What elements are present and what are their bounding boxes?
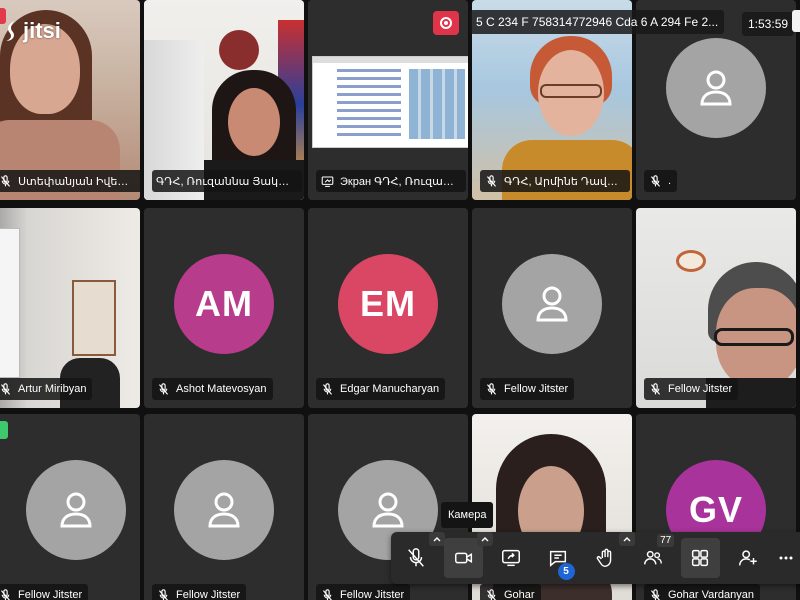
participant-nameplate: Fellow Jitster <box>152 584 247 600</box>
default-avatar-icon <box>502 254 602 354</box>
chevron-up-icon <box>433 537 441 542</box>
participants-count: 77 <box>657 534 675 547</box>
participant-nameplate: Fellow Jitster <box>480 378 575 400</box>
mic-muted-icon <box>648 174 662 188</box>
status-indicator <box>0 421 8 439</box>
tile-view-icon <box>692 549 709 567</box>
raise-hand-button[interactable] <box>587 532 635 578</box>
camera-icon <box>454 552 472 564</box>
participant-nameplate: Gohar Vardanyan <box>644 584 761 600</box>
mic-muted-icon <box>320 588 334 600</box>
mic-muted-icon <box>156 382 170 396</box>
camera-button[interactable] <box>444 532 493 578</box>
chat-button[interactable]: 5 <box>539 538 577 580</box>
raise-hand-icon <box>596 548 611 567</box>
meeting-toolbar: 5 77 <box>391 532 800 584</box>
chat-unread-badge: 5 <box>557 563 575 580</box>
mic-muted-icon <box>484 174 498 188</box>
participant-tile[interactable]: AM Ashot Matevosyan <box>144 208 304 408</box>
default-avatar-icon <box>666 38 766 138</box>
participant-nameplate: ԳԴՀ, Ռուզաննա Յակոբյան <box>152 170 302 192</box>
participant-nameplate: Fellow Jitster <box>316 584 411 600</box>
participant-nameplate: Gohar <box>480 584 541 600</box>
participants-icon <box>644 550 662 565</box>
jitsi-logo-icon <box>6 21 14 41</box>
invite-button[interactable] <box>729 538 767 578</box>
mic-muted-icon <box>484 382 498 396</box>
share-screen-icon <box>501 549 520 567</box>
chevron-up-icon <box>623 537 631 542</box>
more-button[interactable] <box>776 538 796 578</box>
default-avatar-icon <box>174 460 274 560</box>
mic-muted-icon <box>0 382 12 396</box>
participant-nameplate: . <box>644 170 678 192</box>
participant-tile[interactable]: Fellow Jitster <box>144 414 304 600</box>
participant-nameplate: Ստեփանյան Իվետա <box>0 170 140 192</box>
participant-tile[interactable]: ԳԴՀ, Ռուզաննա Յակոբյան <box>144 0 304 200</box>
recording-button[interactable] <box>433 11 459 35</box>
mic-options-caret[interactable] <box>429 532 446 546</box>
participant-tile[interactable]: Artur Miribyan <box>0 208 140 408</box>
record-icon <box>440 17 452 29</box>
jitsi-logo: jitsi <box>2 18 61 44</box>
participant-nameplate: Экран ԳԴՀ, Ռուզաննա Յ... <box>316 170 466 192</box>
mic-muted-icon <box>648 588 662 600</box>
participant-tile[interactable]: EM Edgar Manucharyan <box>308 208 468 408</box>
mic-muted-icon <box>648 382 662 396</box>
camera-tooltip: Камера <box>441 502 494 528</box>
participant-nameplate: Fellow Jitster <box>0 584 89 600</box>
mic-button[interactable] <box>397 532 446 578</box>
participants-button[interactable]: 77 <box>634 534 675 578</box>
participant-nameplate: Fellow Jitster <box>644 378 739 400</box>
meeting-subject: 5 C 234 F 758314772946 Cda 6 A 294 Fe 2.… <box>470 10 725 34</box>
meeting-timer: 1:53:59 <box>742 12 795 36</box>
mic-muted-icon <box>0 174 12 188</box>
screen-share-icon <box>320 174 334 188</box>
participant-tile[interactable]: Fellow Jitster <box>472 208 632 408</box>
share-screen-button[interactable] <box>492 538 530 578</box>
scrollbar[interactable] <box>792 10 800 32</box>
participant-nameplate: Artur Miribyan <box>0 378 93 400</box>
participant-nameplate: Ashot Matevosyan <box>152 378 273 400</box>
invite-icon <box>738 550 757 566</box>
avatar: EM <box>338 254 438 354</box>
camera-options-caret[interactable] <box>476 532 493 546</box>
more-icon <box>779 556 793 560</box>
avatar: AM <box>174 254 274 354</box>
participant-nameplate: Edgar Manucharyan <box>316 378 446 400</box>
mic-muted-icon <box>408 548 425 567</box>
participant-tile[interactable]: Fellow Jitster <box>636 208 796 408</box>
participant-tile[interactable]: Fellow Jitster <box>0 414 140 600</box>
mic-muted-icon <box>0 588 12 600</box>
chevron-up-icon <box>481 537 489 542</box>
default-avatar-icon <box>26 460 126 560</box>
mic-muted-icon <box>156 588 170 600</box>
reactions-caret[interactable] <box>618 532 635 546</box>
mic-muted-icon <box>484 588 498 600</box>
participant-nameplate: ԳԴՀ, Արմինե Դավթյան <box>480 170 630 192</box>
tile-view-button[interactable] <box>681 538 720 578</box>
mic-muted-icon <box>320 382 334 396</box>
